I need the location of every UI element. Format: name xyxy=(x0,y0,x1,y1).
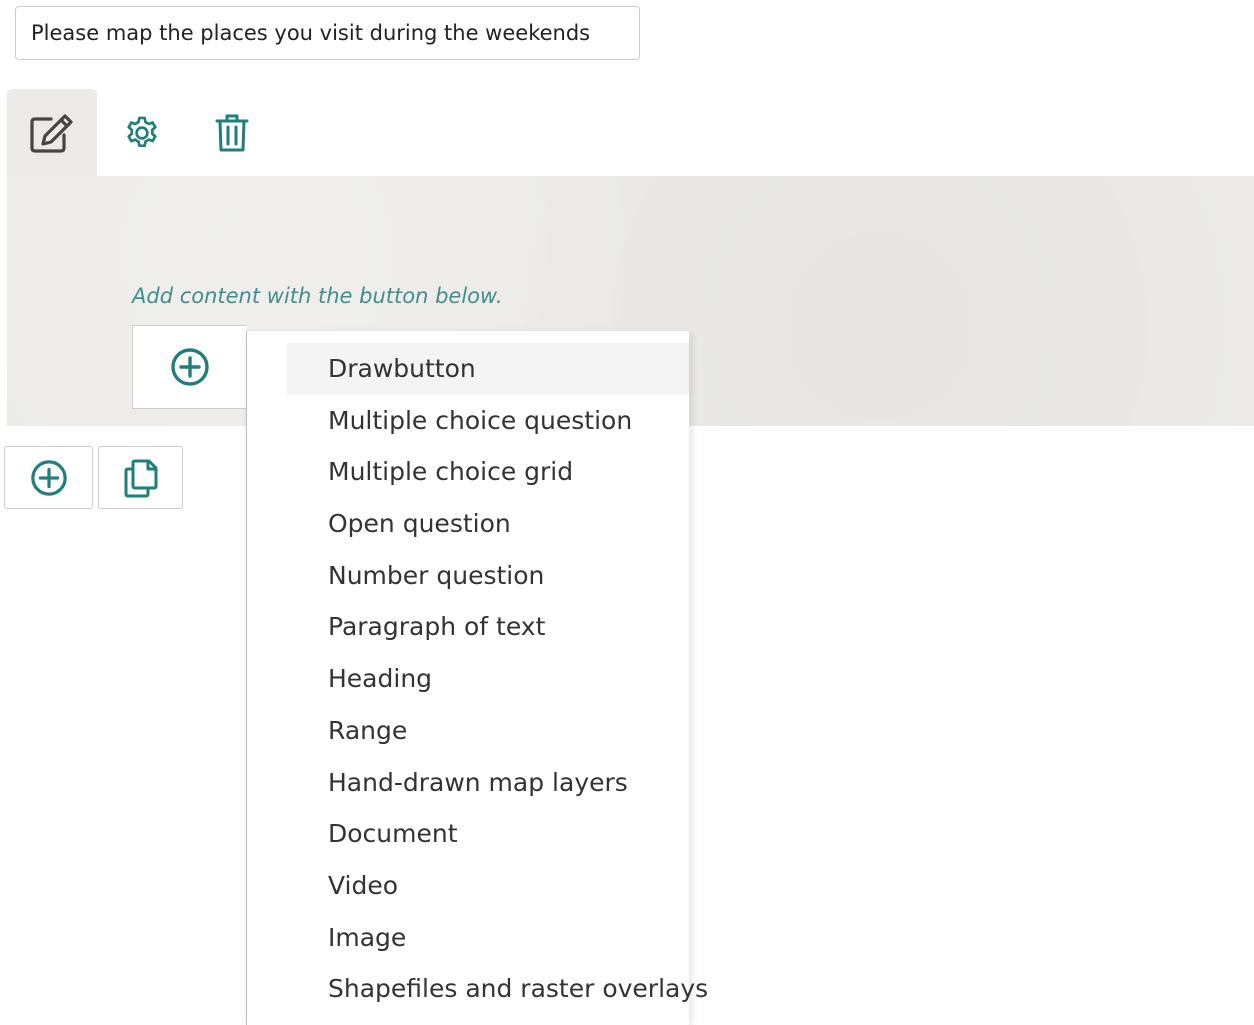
question-title-input[interactable] xyxy=(15,6,640,60)
plus-circle-icon xyxy=(170,347,210,387)
trash-icon xyxy=(215,113,249,153)
question-tabbar xyxy=(7,89,277,176)
menu-item-video[interactable]: Video xyxy=(287,860,689,912)
add-content-button[interactable] xyxy=(132,325,246,409)
add-question-below-button[interactable] xyxy=(4,446,93,509)
menu-item-range[interactable]: Range xyxy=(287,705,689,757)
menu-item-number-question[interactable]: Number question xyxy=(287,550,689,602)
menu-item-multiple-choice-question[interactable]: Multiple choice question xyxy=(287,395,689,447)
gear-icon xyxy=(123,114,161,152)
menu-item-document[interactable]: Document xyxy=(287,808,689,860)
edit-icon xyxy=(29,113,75,153)
tab-settings[interactable] xyxy=(97,89,187,176)
plus-circle-icon xyxy=(30,459,68,497)
tab-delete[interactable] xyxy=(187,89,277,176)
tab-edit[interactable] xyxy=(7,89,97,176)
menu-item-drawbutton[interactable]: Drawbutton xyxy=(287,343,689,395)
add-content-menu: Drawbutton Multiple choice question Mult… xyxy=(246,331,708,1025)
duplicate-question-button[interactable] xyxy=(98,446,183,509)
menu-item-heading[interactable]: Heading xyxy=(287,653,689,705)
menu-item-open-question[interactable]: Open question xyxy=(287,498,689,550)
add-content-hint: Add content with the button below. xyxy=(132,284,503,308)
copy-icon xyxy=(123,458,159,498)
menu-item-image[interactable]: Image xyxy=(287,912,689,964)
menu-item-multiple-choice-grid[interactable]: Multiple choice grid xyxy=(287,446,689,498)
menu-item-shapefiles-and-raster-overlays[interactable]: Shapefiles and raster overlays xyxy=(287,963,708,1015)
menu-item-paragraph-of-text[interactable]: Paragraph of text xyxy=(287,601,689,653)
menu-item-hand-drawn-map-layers[interactable]: Hand-drawn map layers xyxy=(287,757,689,809)
